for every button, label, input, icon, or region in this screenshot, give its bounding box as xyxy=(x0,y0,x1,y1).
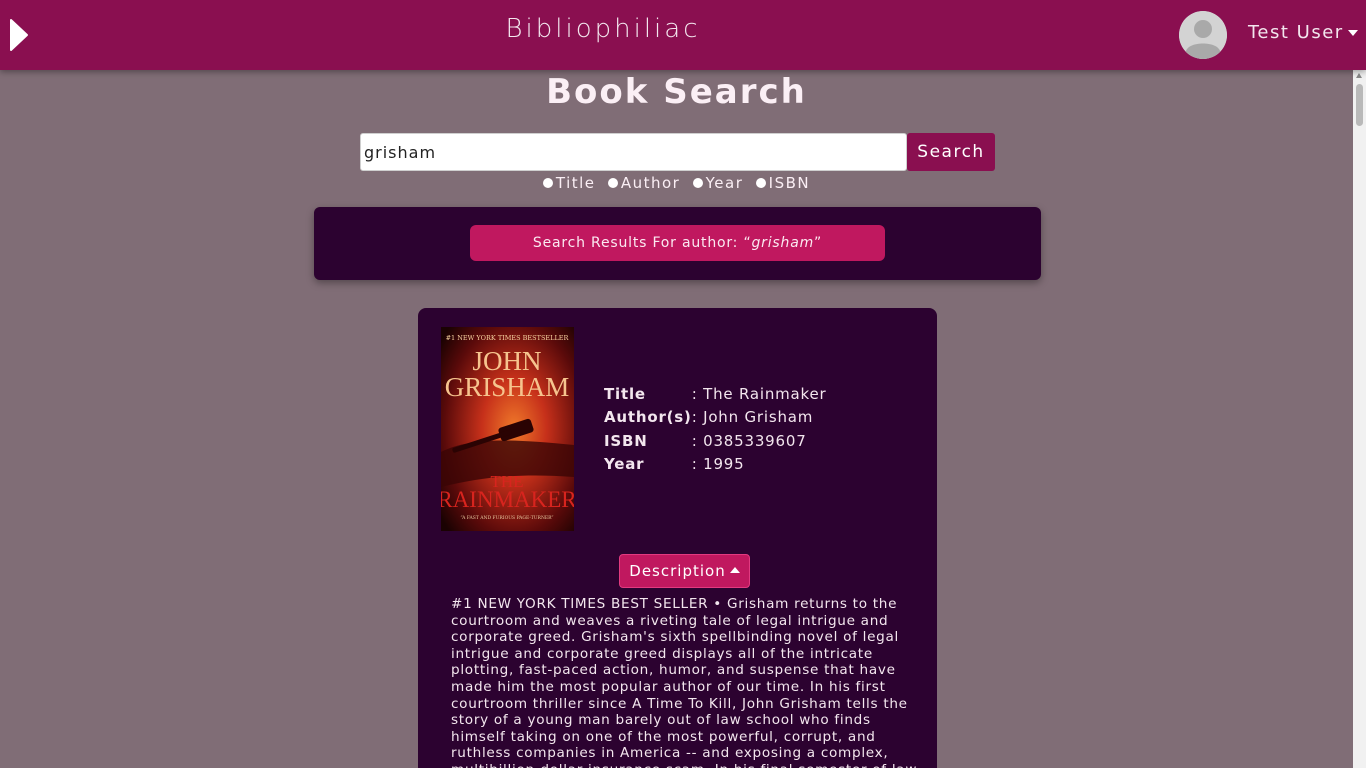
detail-row-year: Year: 1995 xyxy=(604,455,745,474)
user-name: Test User xyxy=(1248,22,1344,43)
detail-row-isbn: ISBN: 0385339607 xyxy=(604,431,807,450)
cover-title-main: RAINMAKER xyxy=(441,487,574,512)
detail-row-author: Author(s): John Grisham xyxy=(604,408,814,427)
book-details: Title: The Rainmaker Author(s): John Gri… xyxy=(604,382,827,476)
filter-isbn-option[interactable]: ISBN xyxy=(755,174,810,192)
results-panel: Search Results For author: “grisham” xyxy=(314,207,1041,280)
user-avatar[interactable] xyxy=(1179,11,1227,59)
results-prefix: Search Results For author: “ xyxy=(532,235,752,251)
caret-up-icon xyxy=(729,566,740,573)
radio-dot-icon[interactable] xyxy=(607,177,618,188)
filter-author-option[interactable]: Author xyxy=(607,174,681,192)
detail-row-title: Title: The Rainmaker xyxy=(604,384,827,403)
filter-year-option[interactable]: Year xyxy=(692,174,744,192)
app-brand[interactable]: Bibliophiliac xyxy=(0,14,1206,44)
top-navbar: Bibliophiliac Test User xyxy=(0,0,1366,70)
user-silhouette-icon xyxy=(1179,11,1227,59)
book-card: #1 NEW YORK TIMES BESTSELLER JOHN GRISHA… xyxy=(418,308,937,768)
scroll-thumb[interactable] xyxy=(1356,84,1363,126)
book-cover-image: #1 NEW YORK TIMES BESTSELLER JOHN GRISHA… xyxy=(441,327,574,531)
radio-dot-icon[interactable] xyxy=(755,177,766,188)
radio-dot-icon[interactable] xyxy=(542,177,553,188)
page-title: Book Search xyxy=(546,72,807,112)
results-term: grisham xyxy=(751,235,815,251)
book-description: #1 NEW YORK TIMES BEST SELLER • Grisham … xyxy=(451,596,916,768)
results-banner: Search Results For author: “grisham” xyxy=(470,225,885,261)
results-suffix: ” xyxy=(814,235,823,251)
caret-down-icon xyxy=(1347,30,1358,36)
radio-dot-icon[interactable] xyxy=(692,177,703,188)
search-input[interactable] xyxy=(360,133,907,171)
cover-top-line: #1 NEW YORK TIMES BESTSELLER xyxy=(446,334,570,342)
cover-author-last: GRISHAM xyxy=(445,372,570,402)
scroll-up-arrow-icon[interactable] xyxy=(1356,73,1362,78)
search-filter-options: Title Author Year ISBN xyxy=(0,174,1353,192)
user-menu[interactable]: Test User xyxy=(1248,22,1358,43)
filter-title-option[interactable]: Title xyxy=(542,174,596,192)
description-toggle-button[interactable]: Description xyxy=(619,554,750,588)
page-scrollbar[interactable] xyxy=(1353,70,1366,768)
search-button[interactable]: Search xyxy=(907,133,995,171)
cover-blurb: “A FAST AND FURIOUS PAGE-TURNER” xyxy=(460,514,553,521)
